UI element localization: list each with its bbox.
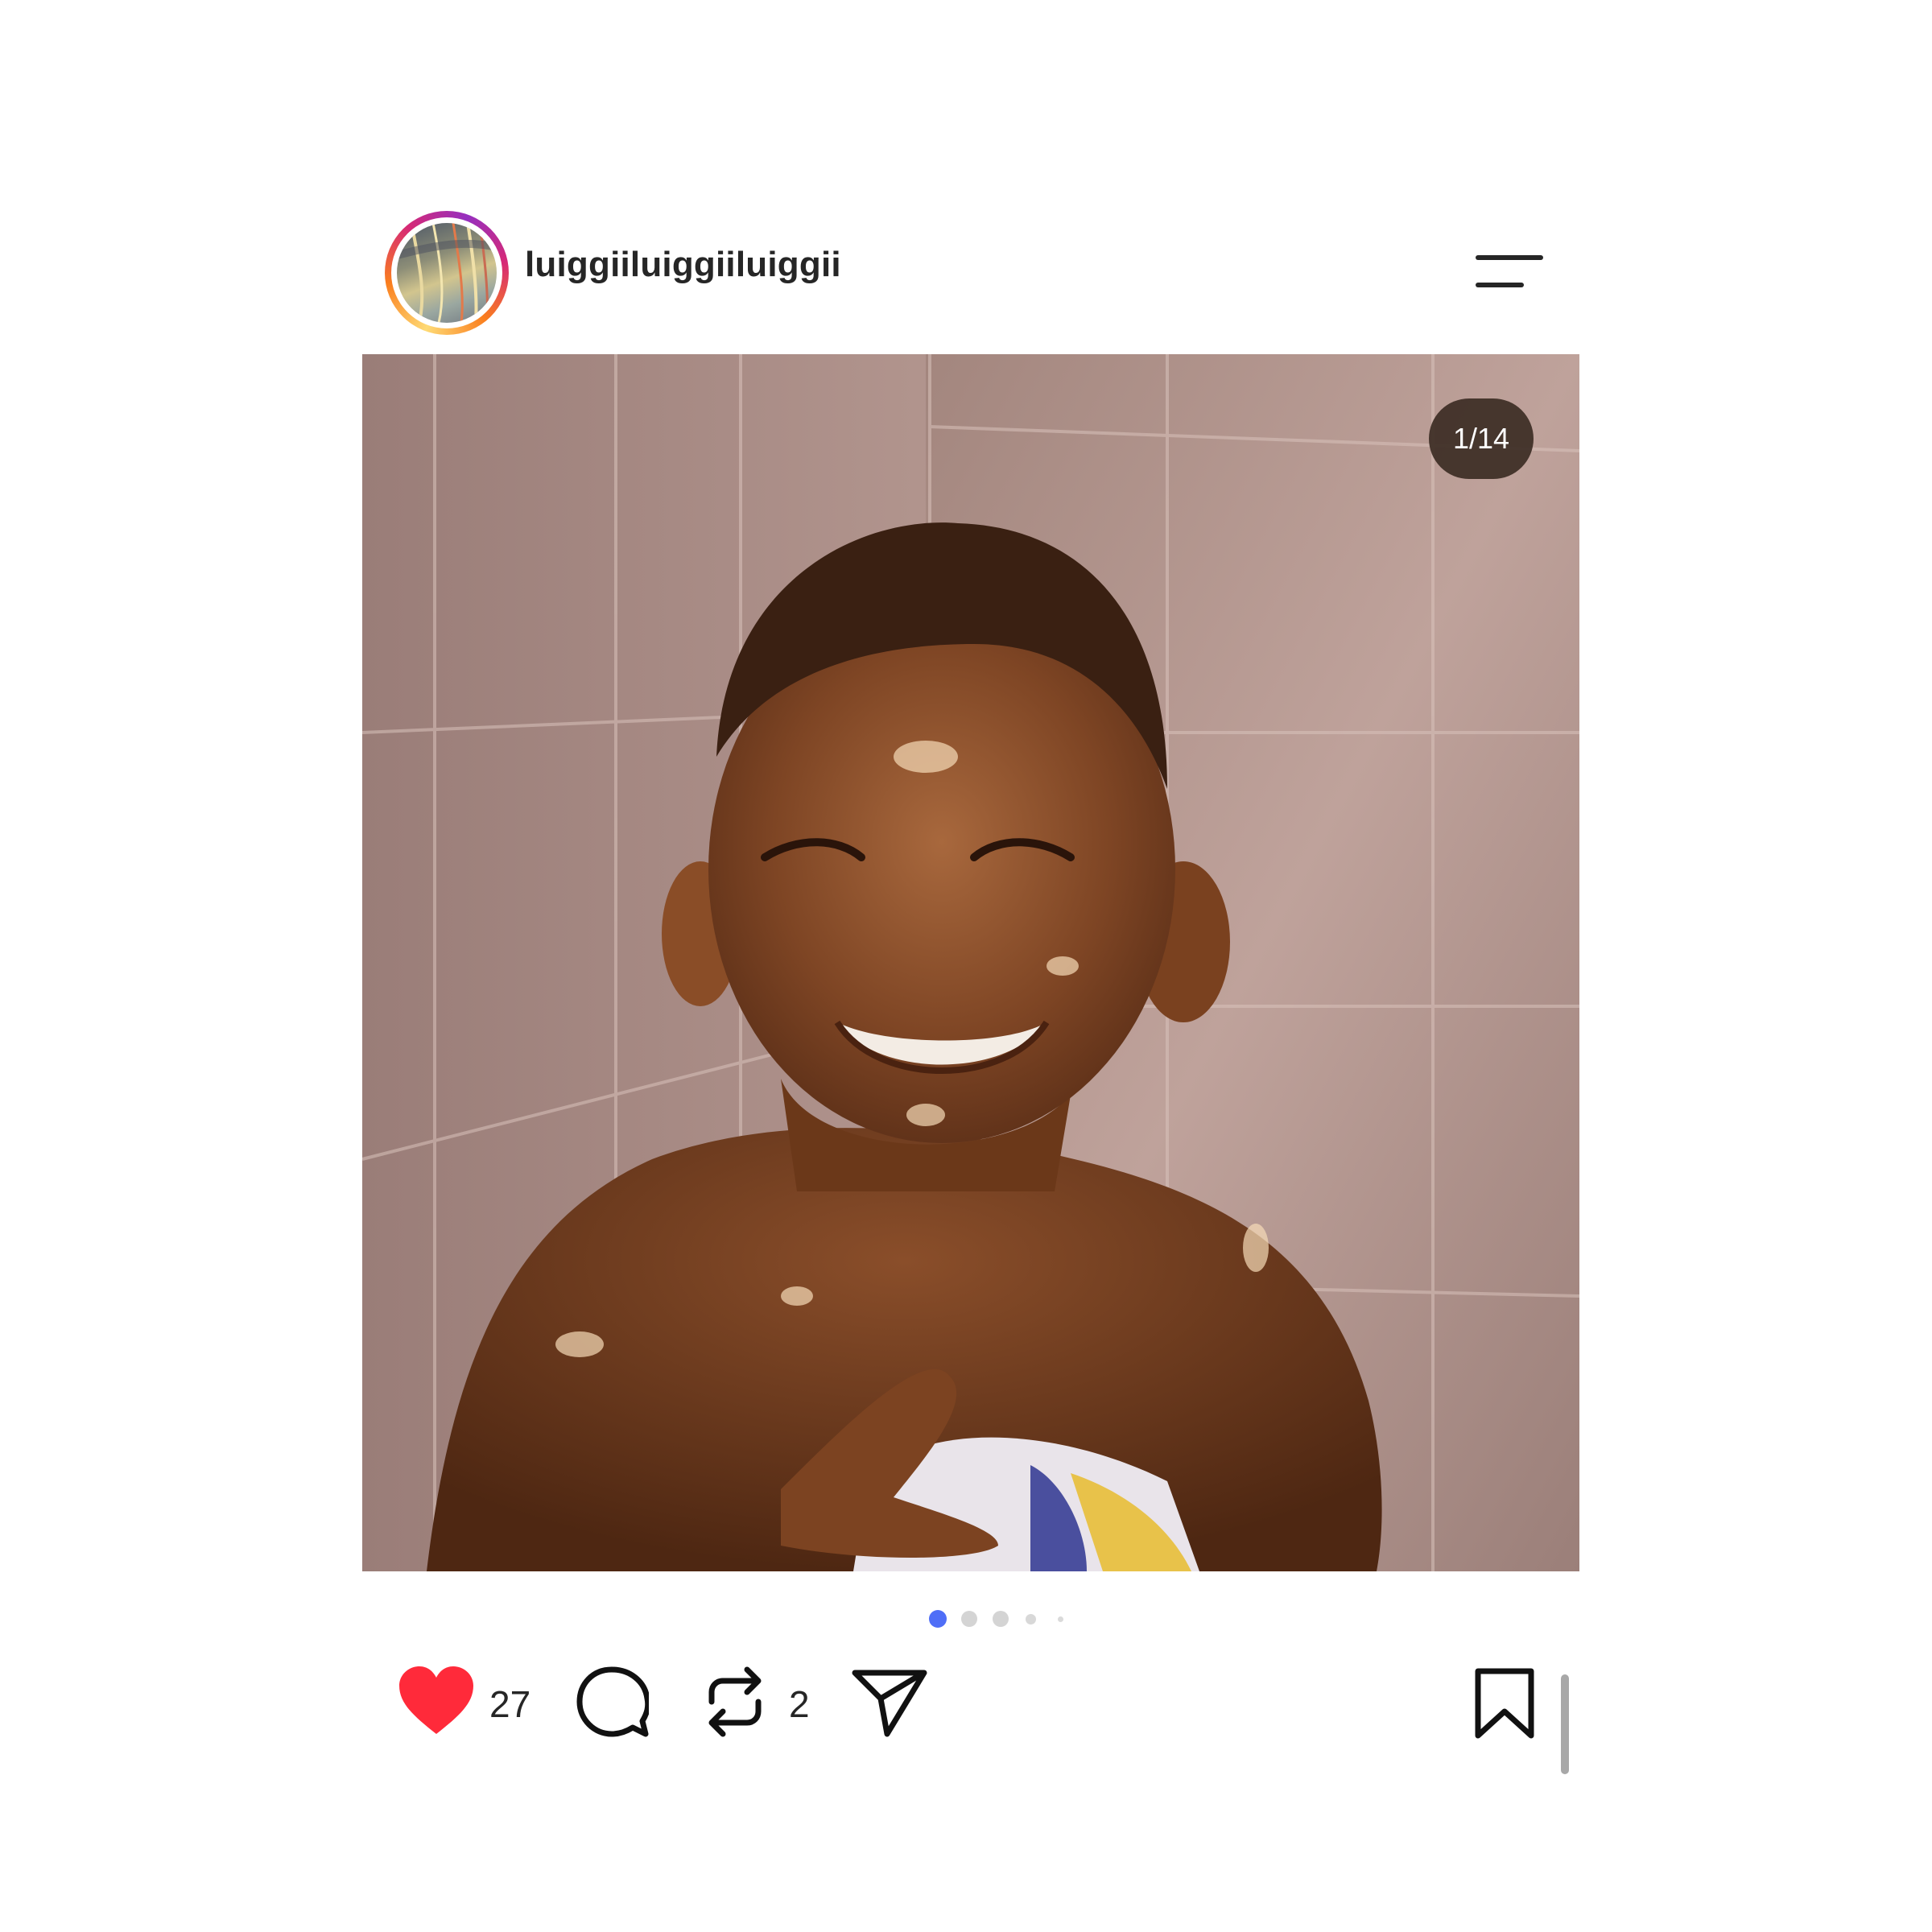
comment-button[interactable] xyxy=(576,1666,651,1739)
avatar-image xyxy=(397,223,497,323)
carousel-dot xyxy=(993,1611,1009,1627)
media-counter-badge: 1/14 xyxy=(1429,398,1534,479)
repost-arrows-icon xyxy=(708,1666,762,1737)
bookmark-icon xyxy=(1475,1668,1534,1739)
carousel-dot xyxy=(1026,1614,1036,1624)
likes-count[interactable]: 27 xyxy=(489,1682,530,1726)
like-button[interactable] xyxy=(398,1666,475,1736)
paper-plane-icon xyxy=(852,1670,927,1737)
menu-lines-icon xyxy=(1476,255,1543,287)
carousel-dot xyxy=(961,1611,977,1627)
reposts-count[interactable]: 2 xyxy=(789,1682,810,1726)
scrollbar[interactable] xyxy=(1561,1674,1569,1774)
carousel-dot-active xyxy=(929,1610,947,1628)
avatar[interactable] xyxy=(385,211,509,335)
save-button[interactable] xyxy=(1473,1668,1536,1739)
carousel-dot xyxy=(1058,1616,1063,1622)
username[interactable]: luiggiiluiggiiluiggii xyxy=(525,245,841,285)
post-photo xyxy=(362,354,1579,1571)
post-media[interactable]: 1/14 xyxy=(362,354,1579,1571)
menu-button[interactable] xyxy=(1475,248,1544,296)
comment-bubble-icon xyxy=(576,1666,651,1737)
share-button[interactable] xyxy=(852,1668,927,1737)
post-card: luiggiiluiggiiluiggii 1/14 27 2 xyxy=(0,0,1932,1932)
repost-button[interactable] xyxy=(700,1665,770,1739)
heart-icon xyxy=(399,1666,473,1734)
